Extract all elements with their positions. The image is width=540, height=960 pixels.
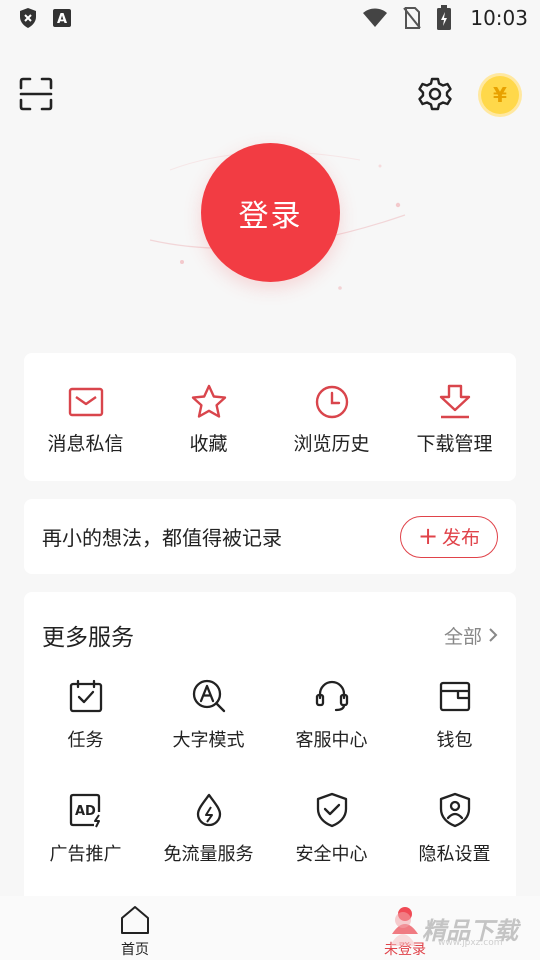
large-font-icon — [192, 679, 225, 713]
login-button[interactable]: 登录 — [201, 143, 340, 282]
svg-text:AD: AD — [75, 804, 96, 819]
clock-icon — [315, 385, 348, 419]
gear-icon — [418, 77, 452, 111]
ad-icon: AD — [69, 793, 100, 828]
watermark-logo-icon — [390, 912, 416, 946]
privacy-shield-icon — [439, 792, 470, 828]
service-item-task[interactable]: 任务 — [24, 678, 147, 752]
scan-button[interactable] — [18, 76, 54, 112]
service-item-wallet[interactable]: 钱包 — [393, 678, 516, 752]
a-box-icon: A — [53, 9, 71, 27]
service-item-security[interactable]: 安全中心 — [270, 792, 393, 866]
quick-label-history: 浏览历史 — [293, 433, 370, 455]
service-item-privacy[interactable]: 隐私设置 — [393, 792, 516, 866]
scan-icon — [19, 77, 53, 111]
publish-label: 发布 — [442, 527, 481, 549]
service-item-customer-service[interactable]: 客服中心 — [270, 678, 393, 752]
coin-button[interactable]: ¥ — [481, 76, 519, 114]
quick-item-history[interactable]: 浏览历史 — [270, 353, 393, 481]
shield-check-icon — [316, 792, 347, 828]
yuan-coin-icon: ¥ — [493, 83, 507, 107]
services-grid: 任务 大字模式 客服中心 钱包 AD 广告推广 免流量服务 安全中心 隐私设置 — [24, 678, 516, 866]
service-item-large-font[interactable]: 大字模式 — [147, 678, 270, 752]
mail-icon — [68, 387, 103, 417]
star-icon — [191, 384, 226, 418]
quick-actions-card: 消息私信 收藏 浏览历史 下载管理 — [24, 353, 516, 481]
services-card: 更多服务 全部 任务 大字模式 客服中心 钱包 AD 广告推广 免流量服务 安全… — [24, 592, 516, 902]
data-drop-icon — [196, 793, 221, 827]
clock-time: 10:03 — [470, 6, 528, 30]
download-icon — [439, 384, 470, 419]
quick-label-favorites: 收藏 — [189, 433, 228, 455]
service-label-privacy: 隐私设置 — [418, 844, 491, 865]
service-label-wallet: 钱包 — [436, 730, 473, 751]
svg-text:A: A — [57, 12, 67, 27]
quick-label-messages: 消息私信 — [47, 433, 124, 455]
quick-item-messages[interactable]: 消息私信 — [24, 353, 147, 481]
chevron-right-icon — [489, 628, 498, 642]
service-label-large-font: 大字模式 — [172, 730, 245, 751]
service-label-security: 安全中心 — [295, 844, 368, 865]
nav-home-label: 首页 — [121, 942, 149, 958]
quick-item-downloads[interactable]: 下载管理 — [393, 353, 516, 481]
watermark-url: www.jpxz.com — [438, 938, 503, 948]
wifi-icon — [363, 8, 388, 27]
service-label-task: 任务 — [67, 730, 104, 751]
quick-item-favorites[interactable]: 收藏 — [147, 353, 270, 481]
settings-button[interactable] — [417, 76, 453, 112]
service-item-free-data[interactable]: 免流量服务 — [147, 792, 270, 866]
publish-button[interactable]: + 发布 — [400, 515, 498, 558]
services-header: 更多服务 全部 — [42, 618, 498, 652]
home-icon — [121, 906, 149, 934]
service-label-ads: 广告推广 — [49, 844, 122, 865]
nav-home[interactable]: 首页 — [0, 896, 270, 960]
services-all-label: 全部 — [443, 625, 482, 648]
service-label-customer-service: 客服中心 — [295, 730, 368, 751]
quick-label-downloads: 下载管理 — [416, 433, 493, 455]
watermark: 精品下载 www.jpxz.com — [388, 900, 538, 956]
service-label-free-data: 免流量服务 — [163, 844, 254, 865]
no-sim-icon — [403, 7, 422, 29]
post-prompt-text: 再小的想法，都值得被记录 — [42, 526, 282, 550]
services-title: 更多服务 — [42, 625, 134, 651]
headset-icon — [315, 680, 348, 712]
services-all-link[interactable]: 全部 — [444, 622, 498, 649]
post-prompt-card[interactable]: 再小的想法，都值得被记录 + 发布 — [24, 499, 516, 574]
shield-x-icon — [20, 8, 36, 28]
plus-icon: + — [417, 521, 439, 550]
task-calendar-icon — [69, 679, 102, 713]
service-item-ads[interactable]: AD 广告推广 — [24, 792, 147, 866]
battery-charging-icon — [437, 5, 452, 30]
wallet-icon — [439, 681, 470, 712]
status-bar: A 10:03 — [0, 0, 540, 36]
login-label: 登录 — [238, 198, 303, 234]
